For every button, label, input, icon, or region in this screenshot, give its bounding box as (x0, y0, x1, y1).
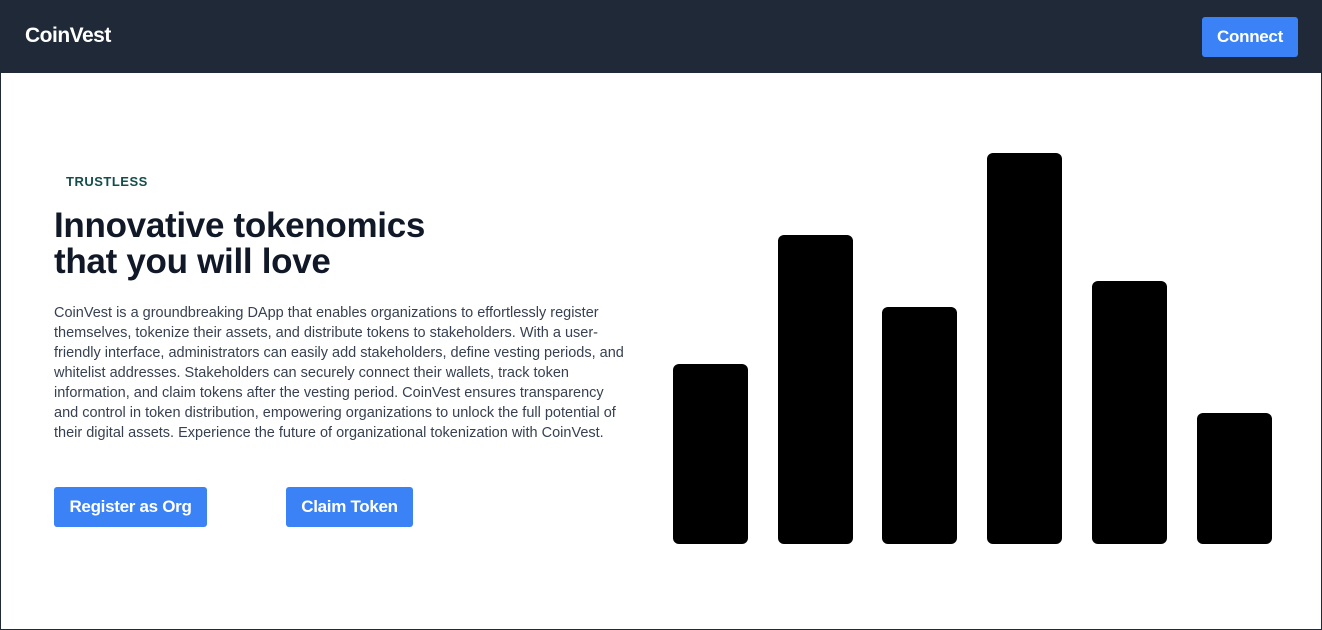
claim-token-button[interactable]: Claim Token (286, 487, 413, 527)
hero-description: CoinVest is a groundbreaking DApp that e… (54, 305, 624, 441)
connect-button[interactable]: Connect (1202, 17, 1298, 57)
decorative-bar (882, 307, 957, 544)
decorative-bar (987, 153, 1062, 544)
decorative-bar (778, 235, 853, 544)
decorative-bar (673, 364, 748, 544)
hero-eyebrow: TRUSTLESS (66, 174, 148, 189)
headline-line-2: that you will love (54, 242, 331, 281)
decorative-bar (1197, 413, 1272, 544)
register-org-button[interactable]: Register as Org (54, 487, 207, 527)
decorative-bar (1092, 281, 1167, 544)
navbar: CoinVest Connect (1, 0, 1321, 73)
hero-headline: Innovative tokenomics that you will love (54, 208, 474, 280)
headline-line-1: Innovative tokenomics (54, 206, 426, 245)
brand-logo[interactable]: CoinVest (25, 24, 111, 48)
